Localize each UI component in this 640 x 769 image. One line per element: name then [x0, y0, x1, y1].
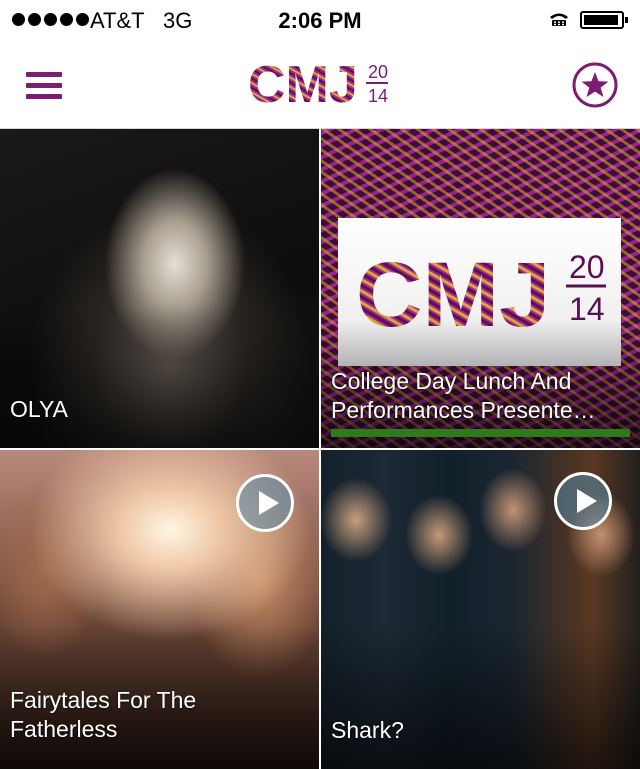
nav-bar: CMJ 20 14 [0, 40, 640, 129]
star-circle-icon[interactable] [572, 62, 618, 108]
tile-title: Shark? [331, 717, 404, 743]
status-bar: AT&T 3G 2:06 PM [0, 0, 640, 40]
status-time: 2:06 PM [278, 8, 362, 33]
tty-icon [550, 13, 568, 26]
play-video-icon[interactable] [236, 474, 294, 532]
tile-title: College Day Lunch And Performances Prese… [331, 368, 596, 423]
event-tile-shark[interactable]: Shark? [321, 450, 640, 769]
tile-title: Fairytales For The Fatherless [10, 687, 197, 742]
tile-title: OLYA [10, 396, 68, 422]
battery-icon [580, 11, 628, 29]
cmj-logo: CMJ 20 14 [248, 56, 388, 114]
svg-text:20: 20 [368, 62, 388, 82]
event-tile-college-day[interactable]: CMJ 20 14 College Day Lunch And Performa… [321, 129, 640, 448]
event-tile-olya[interactable]: OLYA [0, 129, 319, 448]
svg-text:20: 20 [569, 249, 605, 285]
hamburger-menu-icon[interactable] [26, 72, 62, 100]
event-tile-fairytales[interactable]: Fairytales For The Fatherless [0, 450, 319, 769]
svg-text:14: 14 [368, 86, 388, 106]
event-progress-bar [331, 429, 630, 437]
svg-text:CMJ: CMJ [248, 56, 358, 114]
play-video-icon[interactable] [554, 472, 612, 530]
